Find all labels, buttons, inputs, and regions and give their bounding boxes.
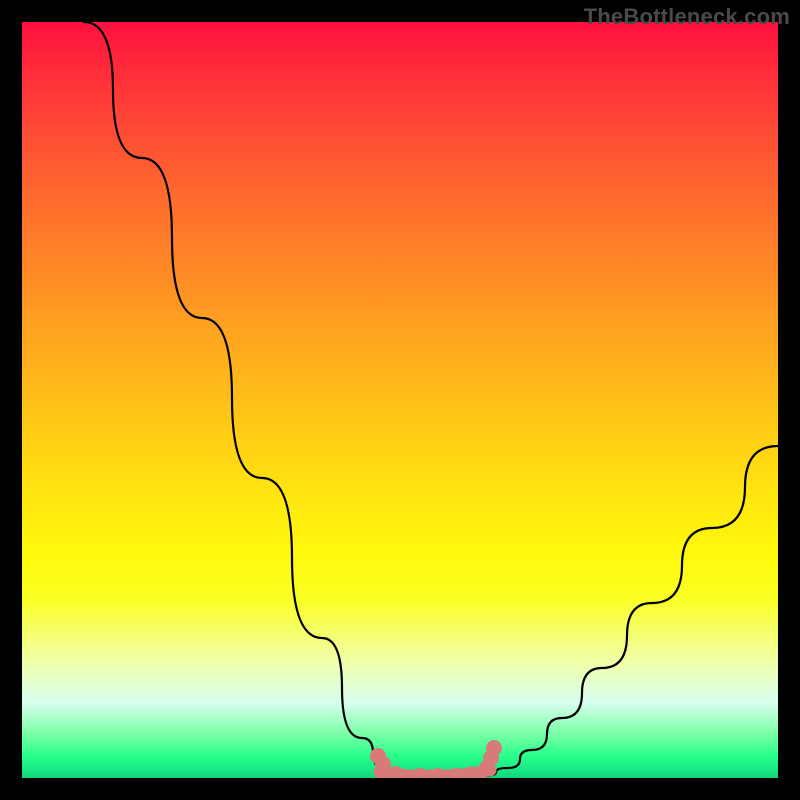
chart-frame: TheBottleneck.com <box>0 0 800 800</box>
left-curve <box>84 22 416 776</box>
bottom-markers <box>370 740 502 778</box>
right-curve <box>484 446 778 776</box>
watermark-text: TheBottleneck.com <box>584 4 790 30</box>
marker-dot <box>375 756 391 772</box>
marker-dot <box>486 740 502 756</box>
curve-layer <box>22 22 778 778</box>
plot-area <box>22 22 778 778</box>
